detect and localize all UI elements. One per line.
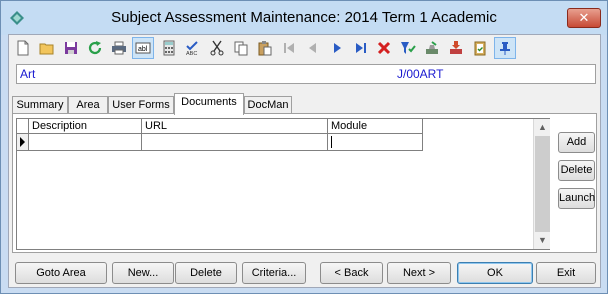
stamp-icon[interactable]	[421, 37, 443, 59]
svg-text:ABC: ABC	[186, 51, 197, 56]
goto-area-button[interactable]: Goto Area	[15, 262, 107, 284]
field-icon[interactable]: abl	[132, 37, 154, 59]
title-bar[interactable]: Subject Assessment Maintenance: 2014 Ter…	[1, 1, 607, 35]
tab-area[interactable]: Area	[68, 96, 108, 114]
scroll-up-icon[interactable]: ▲	[534, 119, 551, 136]
filter-icon[interactable]	[397, 37, 419, 59]
subject-code: J/00ART	[397, 67, 444, 81]
print-icon[interactable]	[108, 37, 130, 59]
pin-icon[interactable]	[494, 37, 516, 59]
last-record-icon[interactable]	[350, 37, 372, 59]
current-row-arrow-icon	[20, 137, 25, 147]
paste-icon[interactable]	[254, 37, 276, 59]
add-button[interactable]: Add	[558, 132, 595, 153]
close-button[interactable]: ✕	[567, 8, 601, 28]
scroll-thumb[interactable]	[535, 136, 550, 232]
cell-module[interactable]	[328, 134, 423, 151]
app-window: Subject Assessment Maintenance: 2014 Ter…	[0, 0, 608, 294]
criteria-button[interactable]: Criteria...	[242, 262, 306, 284]
cell-url[interactable]	[142, 134, 328, 151]
calculator-icon[interactable]	[158, 37, 180, 59]
first-record-icon[interactable]	[278, 37, 300, 59]
row-selector-header	[17, 119, 29, 134]
documents-grid[interactable]: Description URL Module ▲ ▼	[16, 118, 550, 250]
launch-button[interactable]: Launch	[558, 188, 595, 209]
next-record-icon[interactable]	[326, 37, 348, 59]
tab-documents[interactable]: Documents	[174, 93, 244, 115]
delete-document-button[interactable]: Delete	[558, 160, 595, 181]
clipboard-check-icon[interactable]	[469, 37, 491, 59]
column-url[interactable]: URL	[142, 119, 328, 134]
window-title: Subject Assessment Maintenance: 2014 Ter…	[111, 9, 497, 26]
column-module[interactable]: Module	[328, 119, 423, 134]
row-selector[interactable]	[17, 134, 29, 151]
client-area: abl ABC Art J/00ART Summary Area User Fo…	[8, 34, 601, 288]
save-icon[interactable]	[60, 37, 82, 59]
toolbar: abl ABC	[9, 35, 600, 62]
subject-name: Art	[20, 67, 36, 81]
copy-icon[interactable]	[230, 37, 252, 59]
delete-icon[interactable]	[373, 37, 395, 59]
svg-text:abl: abl	[138, 46, 148, 53]
column-description[interactable]: Description	[29, 119, 142, 134]
inbox-download-icon[interactable]	[445, 37, 467, 59]
refresh-icon[interactable]	[84, 37, 106, 59]
record-header: Art J/00ART	[16, 64, 596, 84]
delete-button[interactable]: Delete	[175, 262, 237, 284]
documents-panel: Description URL Module ▲ ▼ Add Delete La…	[12, 113, 597, 253]
cut-icon[interactable]	[206, 37, 228, 59]
tab-docman[interactable]: DocMan	[244, 96, 292, 114]
spellcheck-icon[interactable]: ABC	[182, 37, 204, 59]
back-button[interactable]: < Back	[320, 262, 383, 284]
exit-button[interactable]: Exit	[536, 262, 596, 284]
tab-user-forms[interactable]: User Forms	[108, 96, 174, 114]
cell-description[interactable]	[29, 134, 142, 151]
vertical-scrollbar[interactable]: ▲ ▼	[533, 119, 550, 249]
text-caret	[331, 136, 332, 148]
open-folder-icon[interactable]	[36, 37, 58, 59]
new-button[interactable]: New...	[112, 262, 174, 284]
previous-record-icon[interactable]	[302, 37, 324, 59]
ok-button[interactable]: OK	[457, 262, 533, 284]
new-document-icon[interactable]	[12, 37, 34, 59]
tab-summary[interactable]: Summary	[12, 96, 68, 114]
next-button[interactable]: Next >	[387, 262, 451, 284]
scroll-down-icon[interactable]: ▼	[534, 232, 551, 249]
